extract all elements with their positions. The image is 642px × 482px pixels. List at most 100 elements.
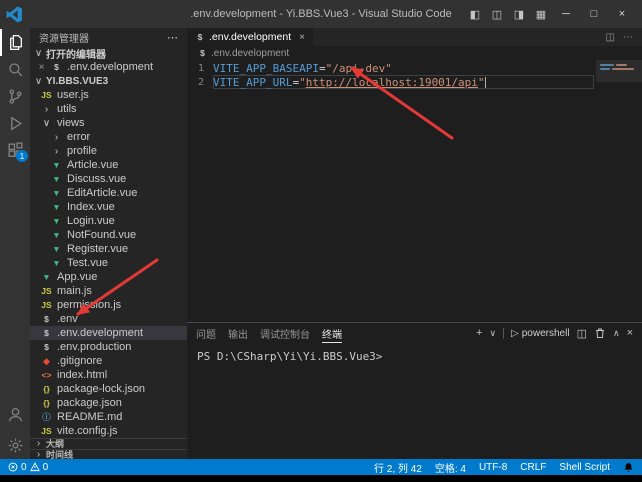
url-link[interactable]: http://localhost:19001/api: [306, 76, 478, 89]
tree-item[interactable]: ▼ Article.vue: [30, 158, 187, 172]
toggle-panel-icon[interactable]: ◫: [486, 3, 508, 25]
tab-terminal[interactable]: 终端: [322, 323, 342, 343]
terminal-profile-button[interactable]: ▷ powershell: [511, 328, 570, 339]
tree-item[interactable]: JS vite.config.js: [30, 424, 187, 438]
tree-item[interactable]: ▼ Index.vue: [30, 200, 187, 214]
project-section-header[interactable]: ∨ YI.BBS.VUE3: [30, 74, 187, 88]
js-file-icon: JS: [40, 300, 53, 310]
line-number: 1: [187, 63, 213, 74]
outline-section-header[interactable]: › 大纲: [30, 438, 187, 449]
chevron-right-icon: ›: [34, 438, 43, 448]
title-bar: .env.development - Yi.BBS.Vue3 - Visual …: [0, 0, 642, 28]
js-file-icon: JS: [40, 286, 53, 296]
tree-item[interactable]: › profile: [30, 144, 187, 158]
bottom-panel: 问题 输出 调试控制台 终端 + ∨ ▷ powershell ◫: [187, 322, 642, 459]
activity-bar: 1: [0, 28, 30, 459]
tree-item[interactable]: ▼ EditArticle.vue: [30, 186, 187, 200]
more-actions-icon[interactable]: ⋯: [167, 31, 178, 44]
tree-item[interactable]: {} package-lock.json: [30, 382, 187, 396]
tab-label: .env.development: [209, 31, 291, 43]
tree-item[interactable]: ▼ App.vue: [30, 270, 187, 284]
timeline-section-header[interactable]: › 时间线: [30, 449, 187, 460]
tree-item[interactable]: ∨ views: [30, 116, 187, 130]
maximize-panel-icon[interactable]: ∧: [613, 328, 620, 339]
sidebar-header: 资源管理器 ⋯: [30, 28, 187, 46]
split-terminal-icon[interactable]: ◫: [577, 327, 587, 340]
editor-more-actions-icon[interactable]: ⋯: [623, 32, 633, 43]
tree-item[interactable]: <> index.html: [30, 368, 187, 382]
eol-status[interactable]: CRLF: [520, 462, 546, 473]
breadcrumb-item: .env.development: [211, 48, 289, 59]
problems-status[interactable]: 0 0: [8, 462, 48, 473]
tree-item[interactable]: JS permission.js: [30, 298, 187, 312]
code-editor[interactable]: 1 VITE_APP_BASEAPI="/api-dev" 2 VITE_APP…: [187, 60, 642, 322]
warning-icon: [30, 462, 40, 472]
tab-env-development[interactable]: $ .env.development ×: [187, 28, 313, 46]
cursor-position-status[interactable]: 行 2, 列 42: [374, 460, 422, 475]
tree-item[interactable]: ▼ Login.vue: [30, 214, 187, 228]
new-terminal-icon[interactable]: +: [476, 327, 482, 339]
tree-item[interactable]: ▼ Register.vue: [30, 242, 187, 256]
vue-file-icon: ▼: [50, 258, 63, 268]
minimize-button[interactable]: ─: [552, 0, 580, 28]
toggle-secondary-sidebar-icon[interactable]: ◨: [508, 3, 530, 25]
open-editors-section-header[interactable]: ∨ 打开的编辑器: [30, 46, 187, 60]
settings-gear-icon[interactable]: [0, 432, 30, 459]
close-icon[interactable]: ×: [37, 62, 46, 73]
explorer-icon[interactable]: [0, 29, 30, 56]
run-debug-icon[interactable]: [0, 110, 30, 137]
account-icon[interactable]: [0, 401, 30, 428]
tab-problems[interactable]: 问题: [196, 323, 216, 343]
terminal-dropdown-icon[interactable]: ∨: [489, 328, 496, 339]
vue-file-icon: ▼: [40, 272, 53, 282]
source-control-icon[interactable]: [0, 83, 30, 110]
kill-terminal-icon[interactable]: [594, 327, 606, 339]
tree-item[interactable]: › error: [30, 130, 187, 144]
vue-file-icon: ▼: [50, 244, 63, 254]
breadcrumb[interactable]: $ .env.development: [187, 46, 642, 60]
file-tree: JS user.js › utils ∨ views › error › pro…: [30, 88, 187, 438]
tree-item[interactable]: ▼ Test.vue: [30, 256, 187, 270]
env-file-icon: $: [195, 32, 205, 42]
close-tab-icon[interactable]: ×: [299, 32, 305, 43]
tree-item[interactable]: $ .env: [30, 312, 187, 326]
notifications-bell-icon[interactable]: [623, 462, 634, 473]
vue-file-icon: ▼: [50, 160, 63, 170]
code-line-2: 2 VITE_APP_URL="http://localhost:19001/a…: [187, 75, 642, 89]
close-window-button[interactable]: ×: [608, 0, 636, 28]
language-mode-status[interactable]: Shell Script: [559, 462, 610, 473]
tree-item[interactable]: ▼ NotFound.vue: [30, 228, 187, 242]
terminal-prompt: PS D:\CSharp\Yi\Yi.BBS.Vue3>: [197, 350, 382, 363]
tree-item[interactable]: $ .env.development: [30, 326, 187, 340]
maximize-button[interactable]: □: [580, 0, 608, 28]
close-panel-icon[interactable]: ×: [627, 327, 633, 339]
tree-item[interactable]: JS main.js: [30, 284, 187, 298]
encoding-status[interactable]: UTF-8: [479, 462, 507, 473]
customize-layout-icon[interactable]: ▦: [530, 3, 552, 25]
tree-item[interactable]: JS user.js: [30, 88, 187, 102]
tree-item[interactable]: ▼ Discuss.vue: [30, 172, 187, 186]
search-icon[interactable]: [0, 56, 30, 83]
json-file-icon: {}: [40, 398, 53, 408]
sidebar-title: 资源管理器: [39, 30, 89, 45]
minimap[interactable]: [596, 60, 642, 322]
panel-header: 问题 输出 调试控制台 终端 + ∨ ▷ powershell ◫: [187, 323, 642, 343]
status-bar: 0 0 行 2, 列 42 空格: 4 UTF-8 CRLF Shell Scr…: [0, 459, 642, 475]
tab-debug-console[interactable]: 调试控制台: [260, 323, 310, 343]
chevron-down-icon: ∨: [34, 76, 43, 87]
tree-item[interactable]: › utils: [30, 102, 187, 116]
indentation-status[interactable]: 空格: 4: [435, 460, 466, 475]
extensions-icon[interactable]: 1: [0, 137, 30, 164]
tree-item[interactable]: $ .env.production: [30, 340, 187, 354]
split-editor-icon[interactable]: ◫: [606, 32, 615, 43]
terminal[interactable]: PS D:\CSharp\Yi\Yi.BBS.Vue3>: [187, 343, 642, 459]
open-editor-item[interactable]: × $ .env.development: [30, 60, 187, 74]
tree-item[interactable]: ⓘ README.md: [30, 410, 187, 424]
minimap-slider[interactable]: [596, 60, 642, 82]
tree-item[interactable]: {} package.json: [30, 396, 187, 410]
tree-item[interactable]: ◆ .gitignore: [30, 354, 187, 368]
js-file-icon: JS: [40, 90, 53, 100]
tab-output[interactable]: 输出: [228, 323, 248, 343]
toggle-primary-sidebar-icon[interactable]: ◧: [464, 3, 486, 25]
text-cursor: [485, 77, 486, 88]
